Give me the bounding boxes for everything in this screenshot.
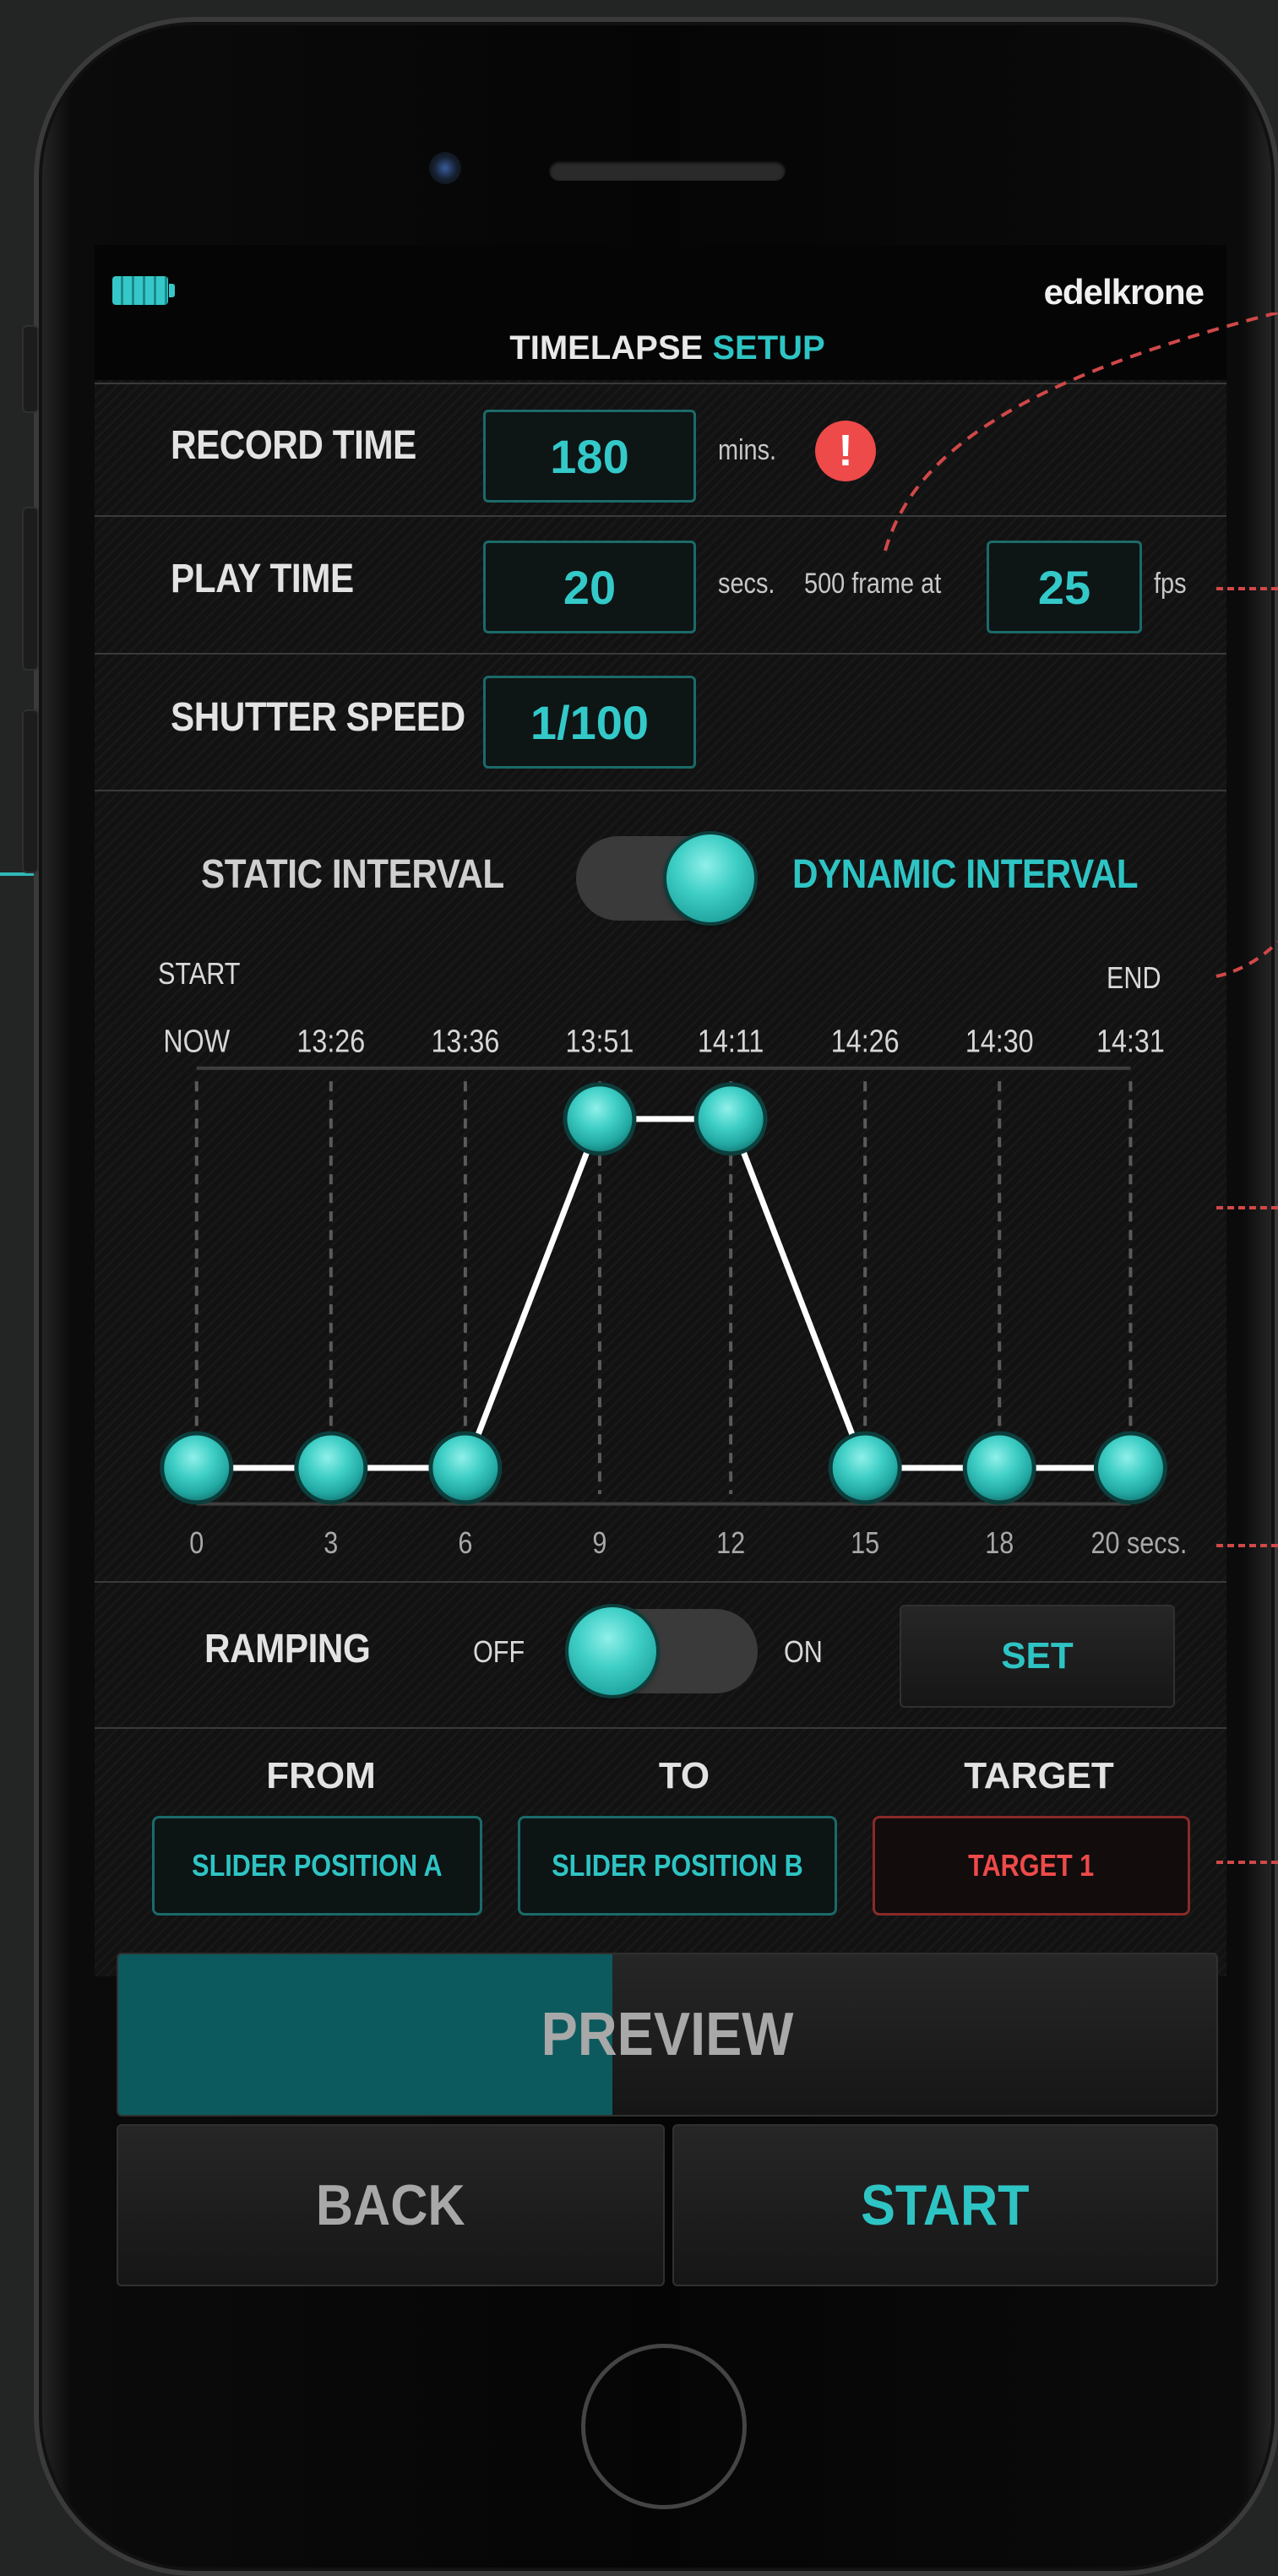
static-interval-label[interactable]: STATIC INTERVAL [201,851,504,898]
chart-clock-label: 13:26 [296,1024,365,1059]
record-time-unit: mins. [718,434,777,466]
annotation-curve [884,312,1278,552]
chart-x-tick-label: 6 [458,1527,472,1561]
page-title: TIMELAPSE SETUP [456,329,878,367]
play-time-label: PLAY TIME [171,557,354,601]
chart-x-tick-label: 0 [189,1527,204,1561]
battery-icon [112,276,168,305]
set-button-label: SET [1001,1635,1074,1677]
chart-clock-label: NOW [163,1024,231,1059]
chart-clock-label: 13:51 [566,1024,634,1059]
start-button-label: START [861,2173,1030,2237]
preview-button[interactable]: PREVIEW [117,1953,1218,2117]
play-time-input[interactable]: 20 [483,541,696,633]
to-header: TO [658,1755,710,1796]
ramping-on-label: ON [784,1634,823,1669]
mute-switch [22,325,39,413]
annotation-curve-end [1215,940,1278,978]
record-time-label: RECORD TIME [171,423,416,468]
chart-series-line [196,1116,1131,1471]
earpiece-speaker [549,160,786,181]
preview-button-label: PREVIEW [541,2001,794,2068]
shutter-speed-label: SHUTTER SPEED [171,695,465,740]
chart-end-label: END [1107,960,1161,995]
chart-clock-label: 14:30 [965,1024,1034,1059]
back-button-label: BACK [316,2173,465,2237]
shutter-speed-input[interactable]: 1/100 [483,676,696,769]
annotation-line-chart [1216,1206,1278,1209]
alert-icon[interactable]: ! [815,421,876,481]
page-title-primary: TIMELAPSE [509,329,704,367]
target-header: TARGET [964,1755,1114,1796]
ramping-off-label: OFF [473,1634,525,1669]
volume-up-button [22,507,39,671]
target-select[interactable]: TARGET 1 [873,1816,1190,1916]
brand-logo: edelkrone [1043,272,1205,312]
chart-point[interactable] [428,1431,503,1505]
chart-point[interactable] [1093,1431,1167,1505]
annotation-line-target [1216,1861,1278,1864]
alert-icon-glyph: ! [838,427,853,476]
from-position-value: SLIDER POSITION A [192,1848,443,1883]
from-position-select[interactable]: SLIDER POSITION A [152,1816,482,1916]
chart-point[interactable] [294,1431,368,1505]
chart-clock-label: 14:26 [831,1024,900,1059]
preview-progress-fill [118,1954,612,2115]
to-position-value: SLIDER POSITION B [552,1848,803,1883]
annotation-line-fps [1216,587,1278,590]
to-position-select[interactable]: SLIDER POSITION B [518,1816,837,1916]
chart-clock-label: 14:11 [698,1024,764,1059]
set-button[interactable]: SET [900,1605,1175,1708]
annotation-line-axis [1216,1544,1278,1547]
front-camera-icon [429,152,461,184]
chart-clock-label: 13:36 [431,1024,499,1059]
frames-count-text: 500 frame at [804,568,942,600]
fps-unit: fps [1154,568,1187,600]
interval-chart[interactable]: NOW 13:26 13:36 13:51 14:11 14:26 14:30 14:31 0 3… [95,1001,1226,1575]
chart-x-tick-label: 9 [592,1527,606,1561]
page-title-accent: SETUP [712,329,825,367]
chart-point[interactable] [693,1082,768,1156]
divider [95,653,1226,655]
chart-point[interactable] [828,1431,902,1505]
divider [95,790,1226,791]
start-button[interactable]: START [672,2124,1218,2286]
volume-down-button [22,709,39,873]
dynamic-interval-label[interactable]: DYNAMIC INTERVAL [792,851,1139,898]
battery-tip [169,284,175,297]
ramping-toggle-knob[interactable] [568,1607,656,1695]
chart-clock-label: 14:31 [1096,1024,1165,1059]
ramping-label: RAMPING [204,1627,371,1671]
chart-point[interactable] [962,1431,1036,1505]
chart-start-label: START [158,956,241,991]
record-time-input[interactable]: 180 [483,410,696,503]
chart-point[interactable] [563,1082,637,1156]
chart-x-tick-label: 12 [716,1527,745,1561]
interval-toggle-knob[interactable] [666,834,754,922]
chart-x-tick-label: 3 [324,1527,338,1561]
chart-x-tick-label: 15 [851,1527,879,1561]
from-header: FROM [266,1755,376,1796]
target-value: TARGET 1 [968,1848,1095,1883]
chart-x-tick-label: 18 [985,1527,1014,1561]
chart-x-tick-label: 20 secs. [1090,1527,1187,1561]
divider [95,1727,1226,1729]
back-button[interactable]: BACK [117,2124,665,2286]
play-time-unit: secs. [718,568,775,600]
home-button[interactable] [581,2344,747,2509]
chart-point[interactable] [160,1431,234,1505]
divider [95,1581,1226,1583]
